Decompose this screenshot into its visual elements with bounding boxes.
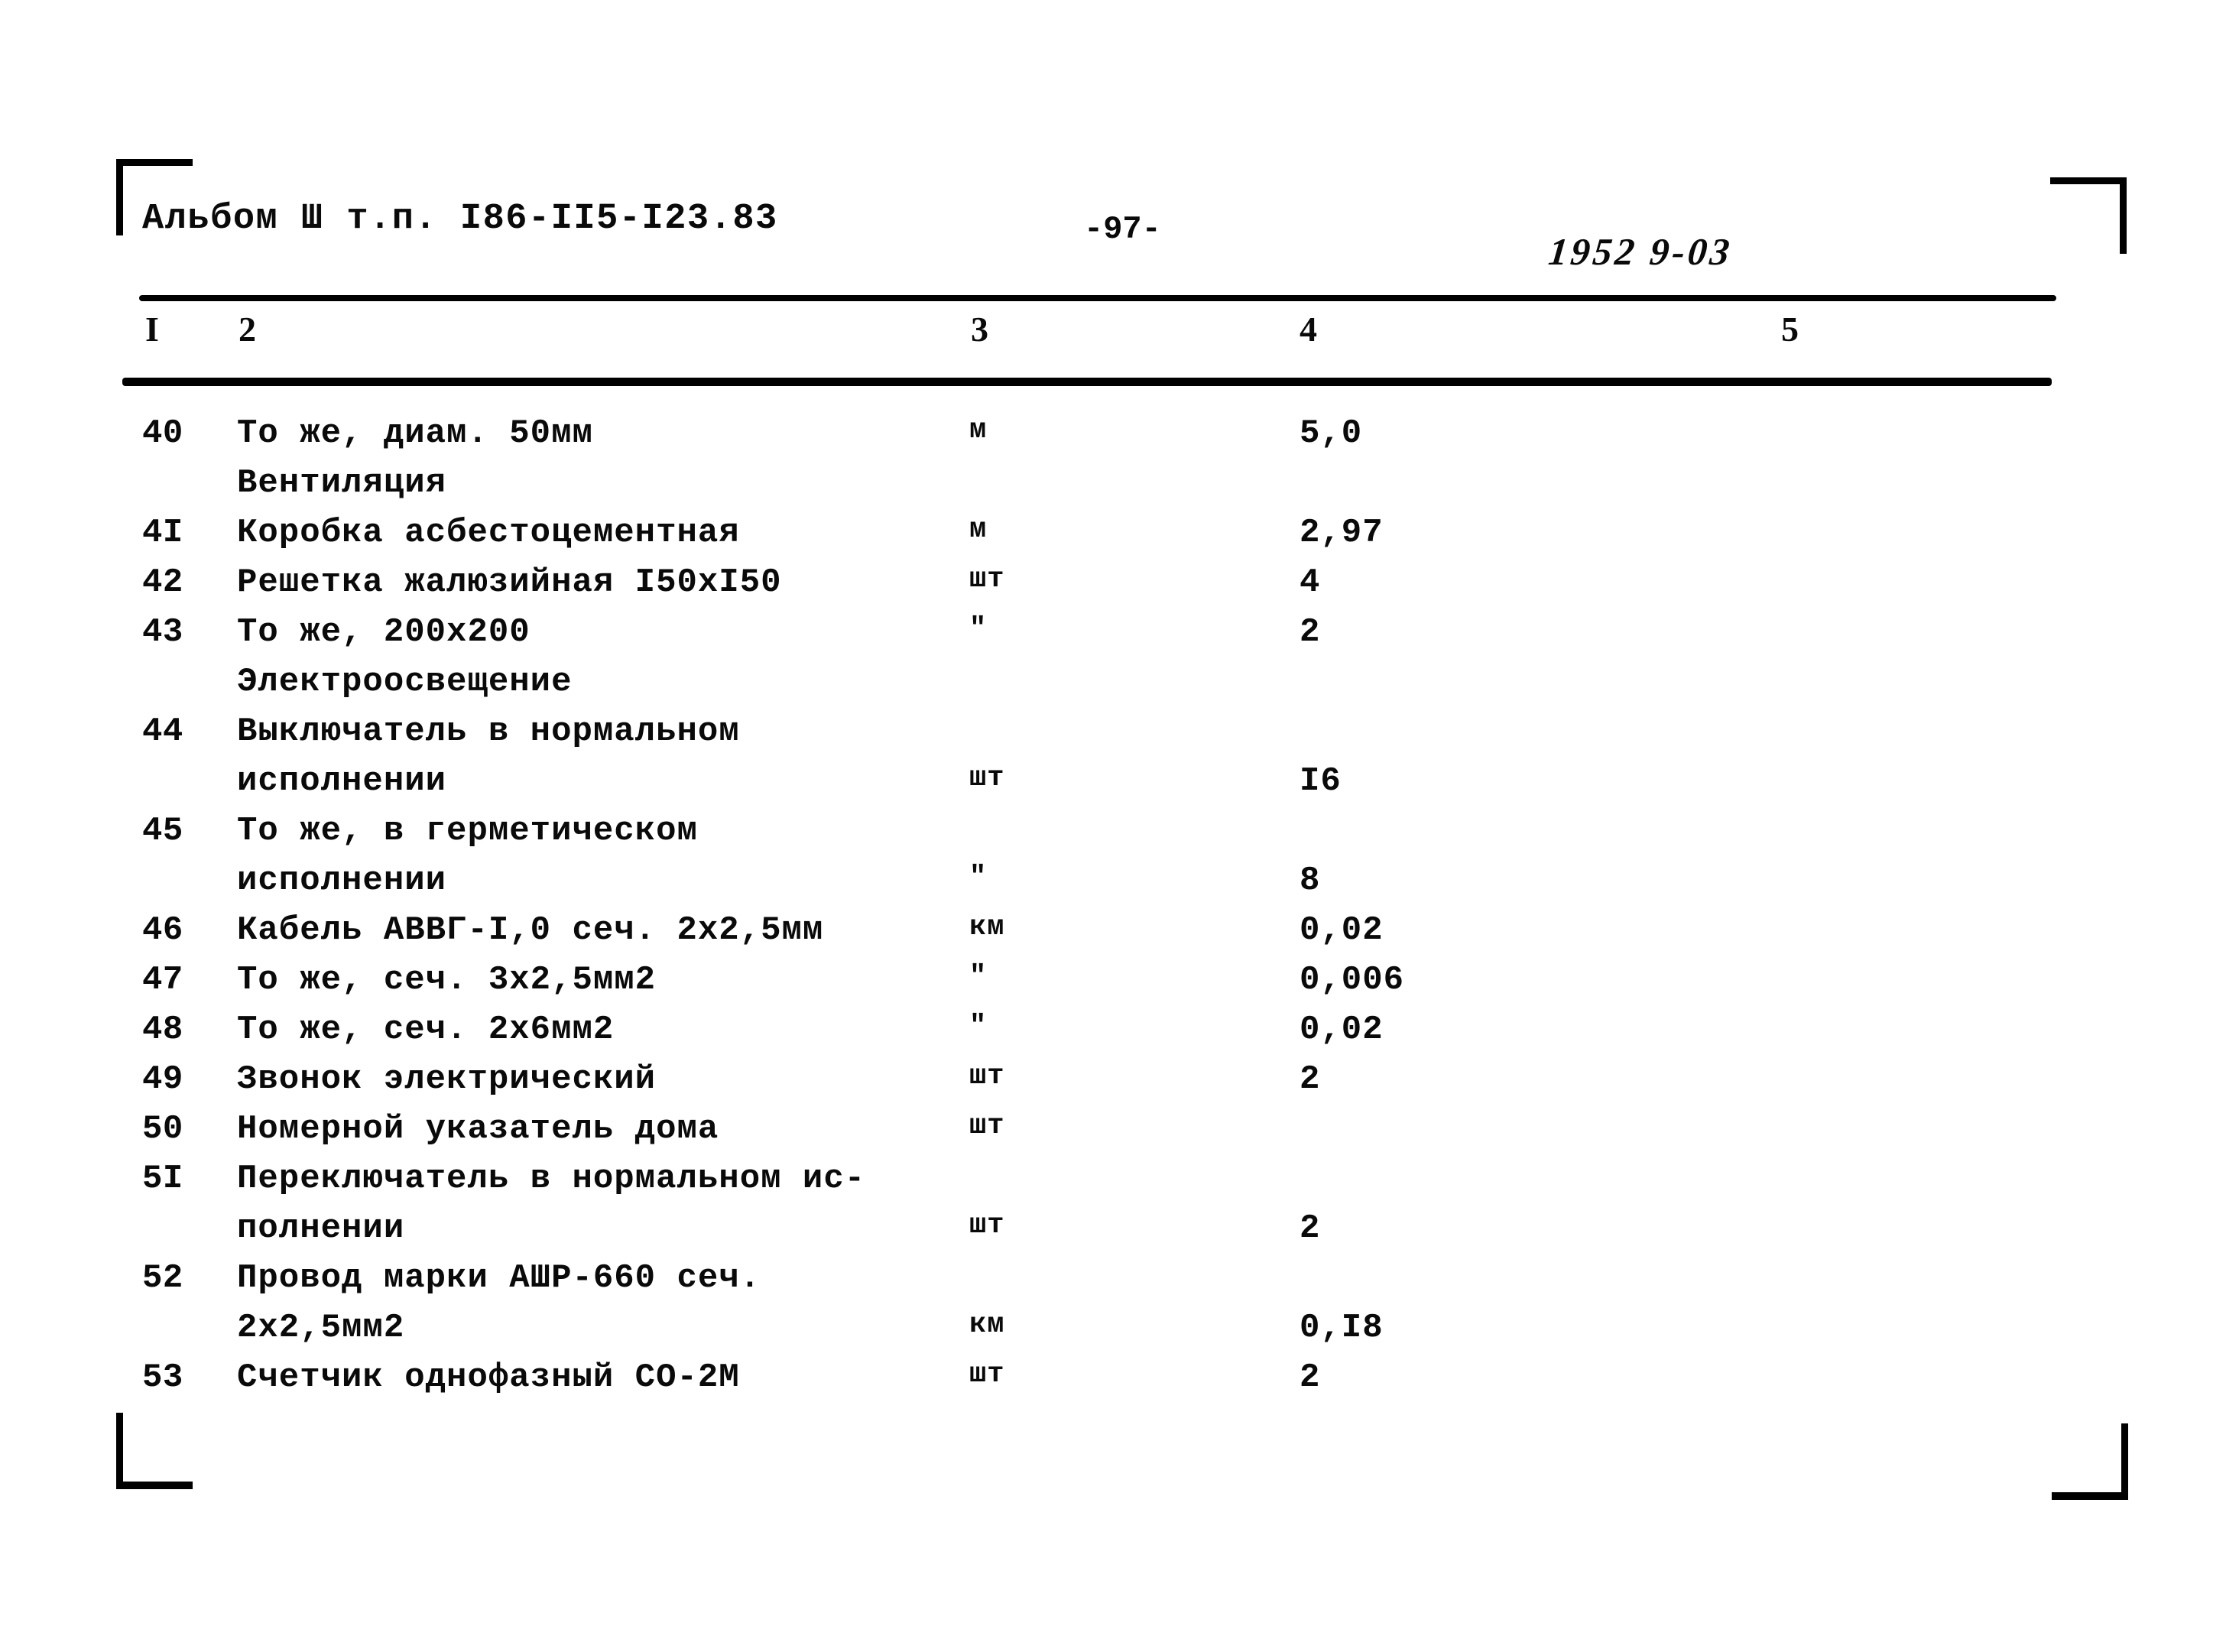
cell-item-name: Коробка асбестоцементная (237, 514, 740, 552)
item-name-continuation: полнении (237, 1209, 405, 1248)
cell-position-number: 46 (142, 911, 183, 949)
table-row: 40 То же, диам. 50мм м 5,0 (0, 414, 2239, 464)
cell-item-name: То же, 200х200 (237, 613, 531, 651)
table-row: 46 Кабель АВВГ-I,0 сеч. 2х2,5мм км 0,02 (0, 911, 2239, 961)
cell-position-number: 52 (142, 1259, 183, 1297)
cell-unit-of-measure: шт (969, 563, 1005, 596)
table-row: 45 То же, в герметическом (0, 812, 2239, 862)
table-row: Электроосвещение (0, 663, 2239, 712)
item-name-continuation: исполнении (237, 862, 447, 900)
cell-unit-of-measure: км (969, 1309, 1005, 1341)
cell-position-number: 50 (142, 1110, 183, 1148)
table-row: 50 Номерной указатель дома шт (0, 1110, 2239, 1160)
cell-unit-of-measure: м (969, 414, 988, 446)
column-header-3: 3 (971, 310, 988, 349)
cell-quantity: 2 (1300, 1358, 1321, 1397)
cell-item-name: То же, диам. 50мм (237, 414, 593, 453)
album-reference: Альбом Ш т.п. I86-II5-I23.83 (142, 199, 778, 239)
cell-position-number: 47 (142, 961, 183, 999)
table-row: 44 Выключатель в нормальном (0, 712, 2239, 762)
cell-item-name: То же, в герметическом (237, 812, 698, 850)
cell-unit-of-measure: шт (969, 1209, 1005, 1241)
cell-unit-of-measure: " (969, 1011, 988, 1043)
table-row: исполнении " 8 (0, 862, 2239, 911)
item-name-continuation: исполнении (237, 762, 447, 800)
cell-quantity: 0,I8 (1300, 1309, 1384, 1347)
item-name-continuation: 2х2,5мм2 (237, 1309, 405, 1347)
cell-unit-of-measure: " (969, 862, 988, 894)
section-heading: Вентиляция (237, 464, 447, 502)
column-header-2: 2 (239, 310, 256, 349)
table-row: исполнении шт I6 (0, 762, 2239, 812)
cell-unit-of-measure: км (969, 911, 1005, 943)
cell-quantity: 8 (1300, 862, 1321, 900)
crop-mark-top-right-icon (2050, 177, 2127, 254)
cell-unit-of-measure: шт (969, 1110, 1005, 1142)
cell-item-name: Решетка жалюзийная I50xI50 (237, 563, 782, 602)
cell-item-name: Провод марки АШР-660 сеч. (237, 1259, 761, 1297)
cell-position-number: 5I (142, 1160, 183, 1198)
table-row: полнении шт 2 (0, 1209, 2239, 1259)
cell-position-number: 44 (142, 712, 183, 751)
cell-position-number: 53 (142, 1358, 183, 1397)
cell-quantity: 2,97 (1300, 514, 1384, 552)
cell-quantity: 0,006 (1300, 961, 1405, 999)
table-row: 4I Коробка асбестоцементная м 2,97 (0, 514, 2239, 563)
cell-unit-of-measure: шт (969, 762, 1005, 794)
cell-unit-of-measure: " (969, 961, 988, 993)
cell-item-name: Звонок электрический (237, 1060, 657, 1099)
column-header-1: I (145, 310, 159, 349)
table-row: 5I Переключатель в нормальном ис- (0, 1160, 2239, 1209)
cell-quantity: 2 (1300, 1060, 1321, 1099)
table-row: Вентиляция (0, 464, 2239, 514)
cell-item-name: Счетчик однофазный СО-2М (237, 1358, 740, 1397)
cell-position-number: 45 (142, 812, 183, 850)
table-row: 43 То же, 200х200 " 2 (0, 613, 2239, 663)
cell-item-name: То же, сеч. 3х2,5мм2 (237, 961, 657, 999)
cell-quantity: 2 (1300, 613, 1321, 651)
cell-unit-of-measure: шт (969, 1358, 1005, 1391)
cell-item-name: Выключатель в нормальном (237, 712, 740, 751)
document-stamp-number: 1952 9-03 (1546, 230, 1735, 273)
cell-position-number: 49 (142, 1060, 183, 1099)
table-row: 49 Звонок электрический шт 2 (0, 1060, 2239, 1110)
page-header: Альбом Ш т.п. I86-II5-I23.83 -97- 1952 9… (142, 199, 2053, 273)
table-rule-top (139, 295, 2056, 301)
column-header-5: 5 (1781, 310, 1799, 349)
section-heading: Электроосвещение (237, 663, 573, 701)
cell-quantity: 5,0 (1300, 414, 1363, 453)
cell-item-name: То же, сеч. 2х6мм2 (237, 1011, 615, 1049)
cell-unit-of-measure: " (969, 613, 988, 645)
cell-quantity: I6 (1300, 762, 1342, 800)
column-header-4: 4 (1300, 310, 1317, 349)
specification-table-body: 40 То же, диам. 50мм м 5,0 Вентиляция 4I Короб… (0, 414, 2239, 1408)
cell-quantity: 2 (1300, 1209, 1321, 1248)
table-rule-bottom (122, 378, 2052, 386)
crop-mark-bottom-left-icon (116, 1413, 193, 1489)
cell-quantity: 0,02 (1300, 1011, 1384, 1049)
table-row: 48 То же, сеч. 2х6мм2 " 0,02 (0, 1011, 2239, 1060)
cell-item-name: Переключатель в нормальном ис- (237, 1160, 866, 1198)
cell-position-number: 48 (142, 1011, 183, 1049)
scanned-page: Альбом Ш т.п. I86-II5-I23.83 -97- 1952 9… (0, 0, 2239, 1652)
cell-position-number: 42 (142, 563, 183, 602)
cell-quantity: 4 (1300, 563, 1321, 602)
table-row: 47 То же, сеч. 3х2,5мм2 " 0,006 (0, 961, 2239, 1011)
cell-item-name: Кабель АВВГ-I,0 сеч. 2х2,5мм (237, 911, 824, 949)
table-row: 42 Решетка жалюзийная I50xI50 шт 4 (0, 563, 2239, 613)
cell-position-number: 4I (142, 514, 183, 552)
cell-quantity: 0,02 (1300, 911, 1384, 949)
cell-unit-of-measure: м (969, 514, 988, 546)
cell-unit-of-measure: шт (969, 1060, 1005, 1092)
cell-position-number: 40 (142, 414, 183, 453)
cell-position-number: 43 (142, 613, 183, 651)
page-number: -97- (1084, 211, 1161, 248)
table-row: 53 Счетчик однофазный СО-2М шт 2 (0, 1358, 2239, 1408)
table-row: 2х2,5мм2 км 0,I8 (0, 1309, 2239, 1358)
table-row: 52 Провод марки АШР-660 сеч. (0, 1259, 2239, 1309)
crop-mark-bottom-right-icon (2052, 1423, 2128, 1500)
cell-item-name: Номерной указатель дома (237, 1110, 719, 1148)
